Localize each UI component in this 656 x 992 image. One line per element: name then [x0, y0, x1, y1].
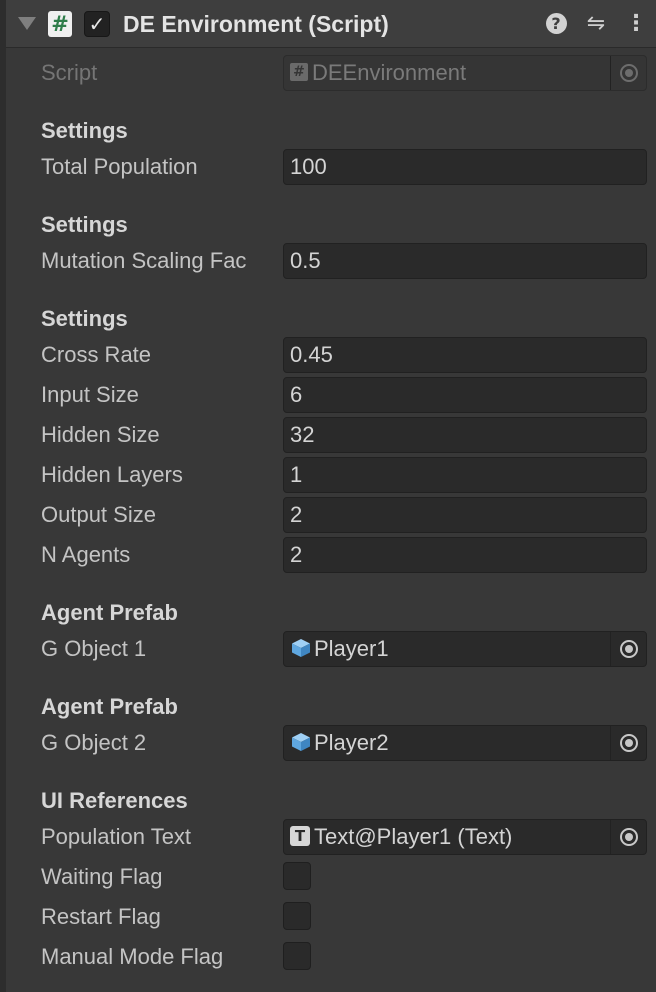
prefab-cube-icon [292, 733, 310, 752]
hidden-size-field[interactable]: 32 [283, 417, 647, 453]
n-agents-field[interactable]: 2 [283, 537, 647, 573]
script-icon: # [48, 11, 72, 37]
picker-icon [620, 640, 638, 658]
section-header-settings-1: Settings [41, 118, 128, 143]
output-size-field[interactable]: 2 [283, 497, 647, 533]
fold-arrow-icon[interactable] [18, 17, 36, 30]
section-header-settings-3: Settings [41, 306, 128, 331]
preset-icon[interactable]: ⇋ [583, 11, 609, 37]
picker-icon [620, 828, 638, 846]
section-header-ui-references: UI References [41, 788, 188, 813]
g-object-2-field[interactable]: Player2 [283, 725, 647, 761]
inspector-left-strip [0, 0, 6, 992]
text-component-icon: T [290, 826, 310, 847]
waiting-flag-label: Waiting Flag [41, 864, 163, 889]
manual-mode-flag-checkbox[interactable] [283, 942, 311, 970]
population-text-label: Population Text [41, 824, 192, 849]
object-picker-button[interactable] [610, 820, 646, 854]
picker-icon [620, 64, 638, 82]
total-population-label: Total Population [41, 154, 198, 179]
section-header-agent-prefab-2: Agent Prefab [41, 694, 178, 719]
object-picker-button[interactable] [610, 632, 646, 666]
component-header[interactable]: # ✓ DE Environment (Script) ? ⇋ ⋮ [6, 0, 656, 48]
manual-mode-flag-label: Manual Mode Flag [41, 944, 224, 969]
component-enabled-checkbox[interactable]: ✓ [84, 11, 110, 37]
n-agents-label: N Agents [41, 542, 131, 567]
hidden-layers-field[interactable]: 1 [283, 457, 647, 493]
section-header-agent-prefab-1: Agent Prefab [41, 600, 178, 625]
total-population-field[interactable]: 100 [283, 149, 647, 185]
input-size-field[interactable]: 6 [283, 377, 647, 413]
object-picker-button[interactable] [610, 726, 646, 760]
script-field: # DEEnvironment [283, 55, 647, 91]
g-object-2-value: Player2 [314, 730, 389, 755]
g-object-2-label: G Object 2 [41, 730, 147, 755]
g-object-1-value: Player1 [314, 636, 389, 661]
input-size-label: Input Size [41, 382, 139, 407]
cross-rate-label: Cross Rate [41, 342, 152, 367]
population-text-value: Text@Player1 (Text) [314, 824, 513, 849]
menu-icon[interactable]: ⋮ [623, 11, 649, 37]
script-mini-icon: # [290, 63, 308, 82]
population-text-field[interactable]: T Text@Player1 (Text) [283, 819, 647, 855]
prefab-cube-icon [292, 639, 310, 658]
output-size-label: Output Size [41, 502, 156, 527]
script-label: Script [41, 60, 98, 85]
restart-flag-label: Restart Flag [41, 904, 161, 929]
help-icon[interactable]: ? [543, 11, 569, 37]
hidden-layers-label: Hidden Layers [41, 462, 183, 487]
hidden-size-label: Hidden Size [41, 422, 160, 447]
g-object-1-field[interactable]: Player1 [283, 631, 647, 667]
picker-icon [620, 734, 638, 752]
object-picker-button [610, 56, 646, 90]
mutation-scaling-field[interactable]: 0.5 [283, 243, 647, 279]
g-object-1-label: G Object 1 [41, 636, 147, 661]
component-title: DE Environment (Script) [123, 11, 389, 37]
cross-rate-field[interactable]: 0.45 [283, 337, 647, 373]
restart-flag-checkbox[interactable] [283, 902, 311, 930]
mutation-scaling-label: Mutation Scaling Fac [41, 248, 247, 273]
script-value: DEEnvironment [312, 60, 467, 85]
waiting-flag-checkbox[interactable] [283, 862, 311, 890]
section-header-settings-2: Settings [41, 212, 128, 237]
